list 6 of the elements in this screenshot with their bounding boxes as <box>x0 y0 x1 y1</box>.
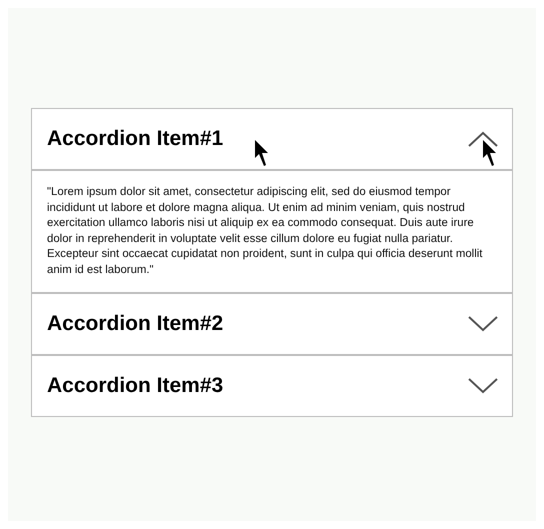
pointer-icon <box>482 139 498 167</box>
accordion-header[interactable]: Accordion Item#1 <box>32 109 512 169</box>
accordion-body-text: "Lorem ipsum dolor sit amet, consectetur adipiscing elit, sed do eiusmod tempor incididunt ut labore et dolore magna aliqua. Ut enim ad minim veniam, quis nostrud exercitation ullamco laboris nisi ut aliquip ex ea commodo consequat. Duis aute irure dolor in reprehenderit in voluptate velit esse cillum dolore eu fugiat nulla pariatur. Excepteur sint occaecat cupidatat non proident, sunt in culpa qui officia deserunt mollit anim id est laborum." <box>47 185 484 278</box>
pointer-icon <box>254 139 270 167</box>
accordion-header[interactable]: Accordion Item#2 <box>32 294 512 354</box>
accordion-header[interactable]: Accordion Item#3 <box>32 356 512 416</box>
